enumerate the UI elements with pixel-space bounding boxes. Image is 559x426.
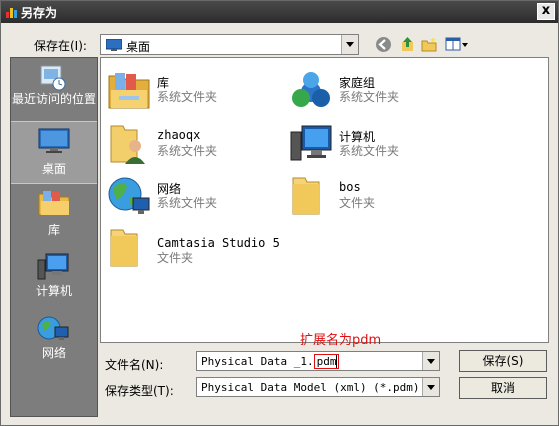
chevron-down-icon[interactable]	[341, 35, 358, 54]
library-icon	[38, 191, 70, 216]
place-network[interactable]: 网络	[11, 310, 97, 360]
save-in-label: 保存在(I):	[34, 39, 87, 53]
network-icon	[37, 316, 69, 340]
place-label: 计算机	[35, 284, 72, 298]
annotation-text: 扩展名为pdm	[300, 333, 382, 348]
recent-places-icon	[40, 65, 66, 91]
app-icon	[6, 8, 17, 18]
file-type: 系统文件夹	[157, 196, 218, 210]
up-folder-icon[interactable]	[399, 36, 416, 53]
file-item-network[interactable]: 网络 系统文件夹	[107, 174, 267, 218]
file-item-libraries[interactable]: 库 系统文件夹	[107, 68, 267, 112]
save-in-dropdown[interactable]: 桌面	[100, 34, 359, 55]
back-icon[interactable]	[375, 36, 392, 53]
computer-icon	[37, 253, 69, 280]
homegroup-icon	[292, 72, 330, 107]
file-item-computer[interactable]: 计算机 系统文件夹	[289, 122, 449, 166]
place-label: 最近访问的位置	[11, 92, 96, 106]
file-type: 文件夹	[157, 251, 194, 265]
library-folder-icon	[108, 73, 150, 109]
user-folder-icon	[110, 125, 145, 164]
file-item-camtasia[interactable]: Camtasia Studio 5 文件夹	[107, 226, 307, 270]
place-label: 桌面	[41, 162, 66, 176]
chevron-down-icon[interactable]	[422, 352, 439, 370]
file-name: zhaoqx	[157, 128, 201, 142]
save-button[interactable]: 保存(S)	[459, 350, 547, 372]
place-label: 网络	[41, 346, 66, 360]
computer-icon	[290, 125, 332, 161]
desktop-icon	[38, 128, 70, 153]
filename-prefix: Physical Data _1.	[201, 355, 314, 368]
view-menu-icon[interactable]	[445, 36, 469, 53]
filename-input[interactable]: Physical Data _1. pdm	[196, 351, 440, 371]
file-item-user[interactable]: zhaoqx 系统文件夹	[107, 122, 267, 166]
place-recent[interactable]: 最近访问的位置	[11, 60, 97, 118]
filetype-dropdown[interactable]: Physical Data Model (xml) (*.pdm)	[196, 377, 440, 397]
desktop-icon	[106, 39, 122, 51]
file-list[interactable]: 库 系统文件夹 家庭组 系统文件夹 zhaoqx 系统文件夹 计算机 系统文件夹…	[100, 57, 549, 343]
place-libraries[interactable]: 库	[11, 188, 97, 238]
file-type: 系统文件夹	[339, 90, 400, 104]
place-computer[interactable]: 计算机	[11, 248, 97, 298]
folder-icon	[292, 177, 320, 215]
cancel-button[interactable]: 取消	[459, 377, 547, 399]
window-title: 另存为	[21, 6, 58, 20]
file-type: 文件夹	[339, 196, 376, 210]
file-item-bos[interactable]: bos 文件夹	[289, 174, 449, 218]
title-bar[interactable]: 另存为 x	[1, 1, 558, 23]
save-in-value: 桌面	[126, 40, 151, 54]
folder-icon	[110, 229, 138, 267]
file-type: 系统文件夹	[157, 90, 218, 104]
file-name: Camtasia Studio 5	[157, 236, 280, 250]
new-folder-icon[interactable]	[421, 36, 438, 53]
file-type: 系统文件夹	[157, 144, 218, 158]
filename-label: 文件名(N):	[105, 358, 164, 372]
place-desktop[interactable]: 桌面	[11, 121, 97, 184]
file-name: bos	[339, 180, 361, 194]
chevron-down-icon[interactable]	[422, 378, 439, 396]
text-cursor-icon	[336, 355, 337, 368]
close-button[interactable]: x	[537, 3, 555, 20]
filetype-value: Physical Data Model (xml) (*.pdm)	[201, 381, 420, 394]
file-item-homegroup[interactable]: 家庭组 系统文件夹	[289, 68, 449, 112]
save-as-dialog: 另存为 x 保存在(I): 桌面 最近访问的位置 桌面 库 计算机 网络 库 系…	[0, 0, 559, 426]
places-bar: 最近访问的位置 桌面 库 计算机 网络	[10, 57, 98, 417]
file-type: 系统文件夹	[339, 144, 400, 158]
filetype-label: 保存类型(T):	[105, 384, 174, 398]
place-label: 库	[47, 223, 60, 237]
network-icon	[108, 177, 150, 214]
